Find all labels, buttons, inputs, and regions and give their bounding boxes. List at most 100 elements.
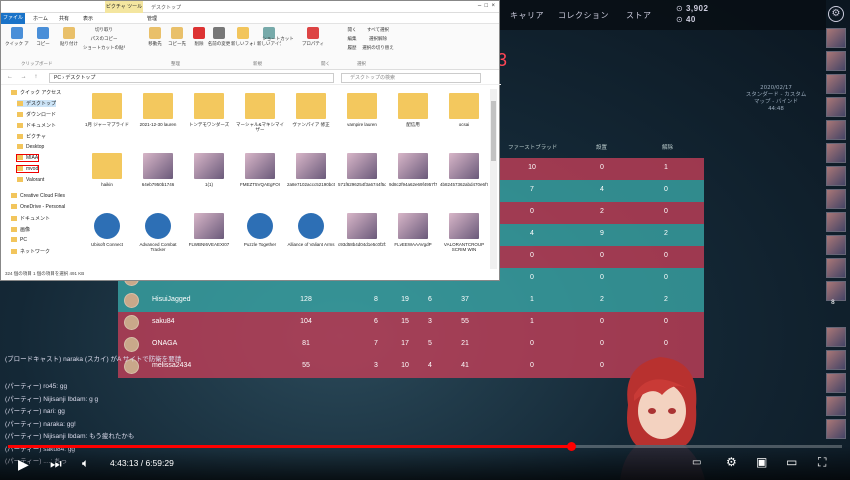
- ribbon-button[interactable]: クイック アクセスにピン留めする: [5, 27, 29, 47]
- file-name: c93d58b4d04d1e5c0f2f13ed0f8768: [338, 242, 386, 247]
- nav-item[interactable]: ダウンロード: [17, 111, 56, 118]
- minimize-icon[interactable]: –: [478, 3, 481, 9]
- ribbon-button[interactable]: ショートカットの貼り付け: [83, 45, 125, 51]
- volume-icon[interactable]: 🔈︎: [82, 456, 89, 471]
- file-item[interactable]: FLvEEWAAAVgdP: [389, 213, 437, 252]
- close-icon[interactable]: ×: [491, 3, 495, 9]
- ribbon-button[interactable]: パスのコピー: [83, 36, 125, 42]
- file-item[interactable]: 2a8e7102accc52190bc57399062a0e: [287, 153, 335, 192]
- nav-item[interactable]: Desktop: [17, 144, 44, 150]
- agent-icon: [826, 166, 846, 186]
- file-item[interactable]: Alliance of Valiant Arms: [287, 213, 335, 252]
- file-item[interactable]: 64eb7950b1746: [134, 153, 182, 192]
- file-item[interactable]: Ubisoft Connect: [83, 213, 131, 252]
- file-item[interactable]: 1(1): [185, 153, 233, 192]
- agent-icon: [826, 396, 846, 416]
- nav-item[interactable]: PC: [11, 237, 27, 243]
- next-icon[interactable]: ⏭: [50, 456, 62, 472]
- nav-item[interactable]: Valorant: [17, 177, 44, 183]
- nav-item[interactable]: 画像: [11, 226, 30, 233]
- ribbon-button[interactable]: コピー: [31, 27, 55, 47]
- folder-icon: [11, 204, 17, 210]
- picture-tools-tab[interactable]: ピクチャ ツール: [105, 1, 143, 13]
- nav-arrows-icon[interactable]: ← → ↑: [7, 74, 40, 80]
- settings-icon[interactable]: ⚙: [726, 455, 737, 469]
- ribbon-button[interactable]: 選択解除: [357, 36, 399, 42]
- file-item[interactable]: 2021-12-30 lauren: [134, 93, 182, 132]
- file-item[interactable]: 1月 ジャーマプライド: [83, 93, 131, 132]
- tab-share[interactable]: 共有: [59, 15, 69, 22]
- nav-item[interactable]: mvod: [15, 165, 40, 173]
- nav-label: MIAA: [26, 155, 39, 161]
- progress-knob[interactable]: [566, 442, 576, 451]
- file-item[interactable]: 4b82457362abd470e6f77725bd2d0a3: [440, 153, 488, 192]
- tab-file[interactable]: ファイル: [1, 13, 25, 24]
- ribbon-button[interactable]: すべて選択: [357, 27, 399, 33]
- ribbon-button[interactable]: 移動先: [143, 27, 167, 47]
- theater-icon[interactable]: ▭: [786, 455, 797, 469]
- maximize-icon[interactable]: □: [485, 3, 489, 9]
- file-item[interactable]: vampire lauren: [338, 93, 386, 132]
- nav-item[interactable]: ネットワーク: [11, 248, 50, 255]
- file-item[interactable]: 571f6296254f3a6744f5d521867f6bbc2: [338, 153, 386, 192]
- ribbon-button[interactable]: 貼り付け: [57, 27, 81, 47]
- tab-home[interactable]: ホーム: [33, 15, 48, 22]
- nav-collection[interactable]: コレクション: [558, 10, 609, 21]
- play-icon[interactable]: ▶: [18, 456, 29, 473]
- progress-bar[interactable]: [8, 442, 842, 451]
- nav-item[interactable]: ドキュメント: [11, 215, 50, 222]
- address-bar[interactable]: PC › デスクトップ: [49, 73, 334, 83]
- ribbon-label: 新しいフォルダー: [231, 41, 255, 46]
- file-item[interactable]: マーシャル&マキシマイザー: [236, 93, 284, 132]
- scrollbar[interactable]: [490, 89, 497, 269]
- folder-icon: [143, 93, 173, 119]
- image-thumbnail: [245, 153, 275, 179]
- file-name: Puzzle Together: [243, 242, 277, 247]
- tab-manage[interactable]: 管理: [147, 15, 157, 22]
- file-item[interactable]: c93d58b4d04d1e5c0f2f13ed0f8768: [338, 213, 386, 252]
- file-item[interactable]: FLWBNI6VEAEXI07: [185, 213, 233, 252]
- agent-icon-strip: 8: [826, 28, 846, 448]
- file-item[interactable]: haikin: [83, 153, 131, 192]
- file-item[interactable]: 配信用: [389, 93, 437, 132]
- search-input[interactable]: デスクトップの検索: [341, 73, 481, 83]
- file-item[interactable]: 9d8c2f94a62e69f4957f7373cc1b2b9: [389, 153, 437, 192]
- subtitles-icon[interactable]: ▭: [692, 457, 701, 468]
- ribbon-button[interactable]: ショートカット: [257, 36, 299, 42]
- ribbon-label: ショートカット: [262, 36, 294, 41]
- nav-label: Valorant: [26, 177, 45, 183]
- file-item[interactable]: ヴァンパイア 修正: [287, 93, 335, 132]
- ribbon-button[interactable]: 選択の切り替え: [357, 45, 399, 51]
- folder-icon: [17, 166, 23, 172]
- agent-icon: [826, 51, 846, 71]
- file-item[interactable]: トンデモワンダーズ: [185, 93, 233, 132]
- settings-gear-icon[interactable]: ⚙: [828, 6, 844, 22]
- miniplayer-icon[interactable]: ▣: [756, 455, 767, 469]
- ribbon-group-label: 開く: [321, 61, 330, 66]
- nav-store[interactable]: ストア: [626, 10, 652, 21]
- nav-item[interactable]: ピクチャ: [17, 133, 46, 140]
- fullscreen-icon[interactable]: ⛶: [818, 455, 826, 470]
- nav-item[interactable]: OneDrive - Personal: [11, 204, 65, 210]
- file-item[interactable]: FMEZT5VQAEgFOI: [236, 153, 284, 192]
- nav-item[interactable]: ドキュメント: [17, 122, 56, 129]
- ribbon-button[interactable]: コピー先: [165, 27, 189, 47]
- nav-item[interactable]: デスクトップ: [17, 100, 57, 107]
- file-item[interactable]: Advanced Combat Tracker: [134, 213, 182, 252]
- file-name: 571f6296254f3a6744f5d521867f6bbc2: [338, 182, 386, 187]
- file-item[interactable]: ocsai: [440, 93, 488, 132]
- stat-defuse: 1: [664, 164, 668, 171]
- ribbon-button[interactable]: 切り取り: [83, 27, 125, 33]
- tab-view[interactable]: 表示: [83, 15, 93, 22]
- chat-line: (パーティー) Nijisanji Ibdam: もう疲れたかも: [5, 433, 135, 440]
- nav-item[interactable]: Creative Cloud Files: [11, 193, 65, 199]
- ribbon-button[interactable]: 新しいフォルダー: [231, 27, 255, 47]
- ribbon-button[interactable]: プロパティ: [301, 27, 325, 47]
- file-item[interactable]: VALORANTCROUP SCRIM WIN: [440, 213, 488, 252]
- nav-item[interactable]: クイック アクセス: [11, 89, 61, 96]
- nav-item[interactable]: MIAA: [15, 154, 40, 162]
- nav-career[interactable]: キャリア: [510, 10, 544, 21]
- image-thumbnail: [194, 213, 224, 239]
- ribbon-button[interactable]: 名前の変更: [207, 27, 231, 47]
- file-item[interactable]: Puzzle Together: [236, 213, 284, 252]
